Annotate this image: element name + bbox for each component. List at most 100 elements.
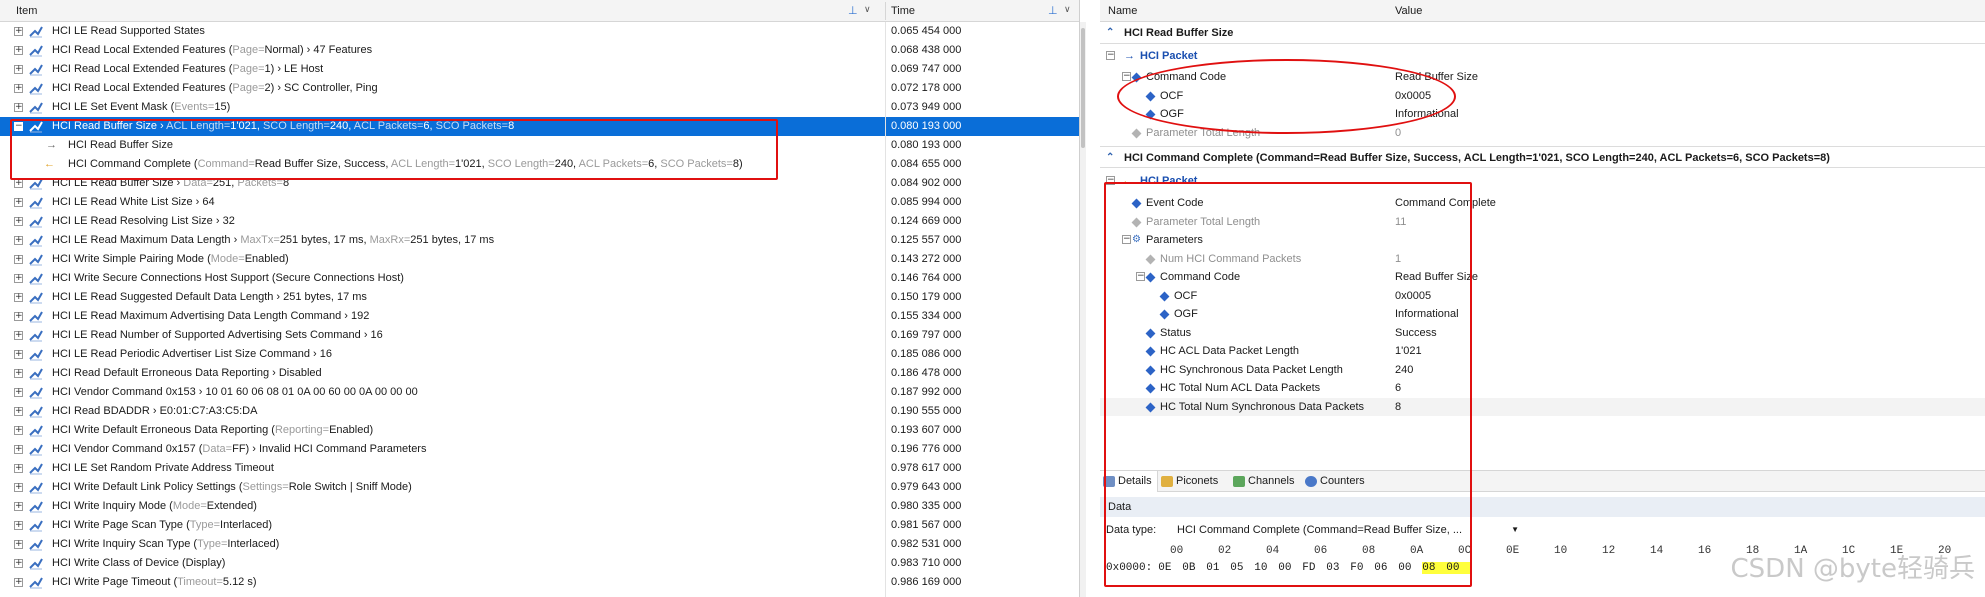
- expand-toggle[interactable]: +: [14, 464, 23, 473]
- watermark: CSDN @byte轻骑兵: [1730, 554, 1975, 584]
- packet-row[interactable]: + HCI Write Secure Connections Host Suppo…: [0, 269, 1079, 288]
- packet-row[interactable]: + HCI Write Inquiry Mode (Mode=Extended) 0…: [0, 497, 1079, 516]
- expand-toggle[interactable]: +: [14, 27, 23, 36]
- chevron-down-icon[interactable]: ▼: [1511, 521, 1519, 539]
- packet-row[interactable]: + HCI LE Set Event Mask (Events=15) 0.073 …: [0, 98, 1079, 117]
- field-value: 0: [1395, 126, 1402, 139]
- chevron-down-icon[interactable]: ∨: [864, 4, 871, 15]
- expand-toggle[interactable]: +: [14, 483, 23, 492]
- packet-label: HCI LE Read Number of Supported Advertis…: [52, 329, 383, 341]
- column-item-header[interactable]: Item: [16, 0, 37, 22]
- annotation-box-left: [10, 119, 778, 180]
- hci-packet-icon: [29, 25, 43, 38]
- scrollbar-thumb[interactable]: [1081, 28, 1085, 148]
- packet-row[interactable]: + HCI LE Read Supported States 0.065 454 0…: [0, 22, 1079, 41]
- packet-row[interactable]: + HCI Read Local Extended Features (Page=…: [0, 41, 1079, 60]
- packet-row[interactable]: + HCI Read Local Extended Features (Page=…: [0, 79, 1079, 98]
- expand-toggle[interactable]: +: [14, 217, 23, 226]
- collapse-icon[interactable]: ⌃: [1106, 147, 1114, 169]
- details-pane: Name Value ⌃ HCI Read Buffer Size − → HC…: [1100, 0, 1985, 597]
- expand-toggle[interactable]: +: [14, 445, 23, 454]
- packet-time: 0.146 764 000: [891, 272, 962, 284]
- collapse-toggle[interactable]: −: [1106, 51, 1115, 60]
- section-read-buffer-size[interactable]: ⌃ HCI Read Buffer Size: [1100, 22, 1985, 44]
- packet-row[interactable]: + HCI Read Default Erroneous Data Reporti…: [0, 364, 1079, 383]
- hci-packet-icon: [29, 424, 43, 437]
- packet-row[interactable]: + HCI LE Read Periodic Advertiser List Si…: [0, 345, 1079, 364]
- expand-toggle[interactable]: +: [14, 103, 23, 112]
- collapse-toggle[interactable]: −: [1122, 72, 1131, 81]
- expand-toggle[interactable]: +: [14, 540, 23, 549]
- annotation-ellipse: [1117, 59, 1456, 134]
- packet-row[interactable]: + HCI Read BDADDR › E0:01:C7:A3:C5:DA 0.19…: [0, 402, 1079, 421]
- packet-row[interactable]: + HCI LE Read Number of Supported Adverti…: [0, 326, 1079, 345]
- hci-packet-icon: [29, 272, 43, 285]
- expand-toggle[interactable]: +: [14, 369, 23, 378]
- packet-time: 0.068 438 000: [891, 44, 962, 56]
- packet-row[interactable]: + HCI Write Inquiry Scan Type (Type=Inter…: [0, 535, 1079, 554]
- packet-row[interactable]: + HCI LE Read White List Size › 64 0.085 9…: [0, 193, 1079, 212]
- expand-toggle[interactable]: +: [14, 255, 23, 264]
- packet-label: HCI LE Set Event Mask (Events=15): [52, 101, 231, 113]
- expand-toggle[interactable]: +: [14, 407, 23, 416]
- column-value-header[interactable]: Value: [1395, 0, 1422, 22]
- packet-row[interactable]: + HCI Vendor Command 0x157 (Data=FF) › In…: [0, 440, 1079, 459]
- hci-packet-icon: [29, 291, 43, 304]
- packet-label: HCI LE Read Supported States: [52, 25, 205, 37]
- expand-toggle[interactable]: +: [14, 350, 23, 359]
- expand-toggle[interactable]: +: [14, 198, 23, 207]
- pin-icon[interactable]: ⊥: [1048, 5, 1058, 17]
- expand-toggle[interactable]: +: [14, 46, 23, 55]
- packet-row[interactable]: + HCI Vendor Command 0x153 › 10 01 60 06 …: [0, 383, 1079, 402]
- expand-toggle[interactable]: +: [14, 293, 23, 302]
- packet-row[interactable]: + HCI LE Read Maximum Advertising Data Le…: [0, 307, 1079, 326]
- expand-toggle[interactable]: +: [14, 388, 23, 397]
- expand-toggle[interactable]: +: [14, 521, 23, 530]
- packet-time: 0.982 531 000: [891, 538, 962, 550]
- expand-toggle[interactable]: +: [14, 578, 23, 587]
- packet-time: 0.084 655 000: [891, 158, 962, 170]
- packet-time: 0.981 567 000: [891, 519, 962, 531]
- packet-label: HCI Write Simple Pairing Mode (Mode=Enab…: [52, 253, 289, 265]
- chevron-down-icon[interactable]: ∨: [1064, 4, 1071, 15]
- column-time-header[interactable]: Time: [891, 0, 915, 22]
- packet-row[interactable]: + HCI Write Class of Device (Display) 0.98…: [0, 554, 1079, 573]
- packet-row[interactable]: + HCI LE Read Maximum Data Length › MaxTx…: [0, 231, 1079, 250]
- expand-toggle[interactable]: +: [14, 312, 23, 321]
- column-separator[interactable]: [885, 2, 886, 20]
- packet-row[interactable]: + HCI Write Page Scan Type (Type=Interlac…: [0, 516, 1079, 535]
- packet-row[interactable]: + HCI Read Local Extended Features (Page=…: [0, 60, 1079, 79]
- expand-toggle[interactable]: +: [14, 331, 23, 340]
- packet-time: 0.185 086 000: [891, 348, 962, 360]
- pin-icon[interactable]: ⊥: [848, 5, 858, 17]
- expand-toggle[interactable]: +: [14, 65, 23, 74]
- hci-packet-icon: [29, 101, 43, 114]
- column-name-header[interactable]: Name: [1108, 0, 1137, 22]
- hci-packet-icon: [29, 367, 43, 380]
- expand-toggle[interactable]: +: [14, 236, 23, 245]
- packet-row[interactable]: + HCI Write Default Erroneous Data Report…: [0, 421, 1079, 440]
- packet-row[interactable]: + HCI Write Page Timeout (Timeout=5.12 s)…: [0, 573, 1079, 592]
- hci-packet-icon: [29, 196, 43, 209]
- packet-time: 0.085 994 000: [891, 196, 962, 208]
- packet-row[interactable]: + HCI LE Read Resolving List Size › 32 0.1…: [0, 212, 1079, 231]
- packet-row[interactable]: + HCI Write Default Link Policy Settings …: [0, 478, 1079, 497]
- packet-label: HCI LE Read Suggested Default Data Lengt…: [52, 291, 367, 303]
- expand-toggle[interactable]: +: [14, 179, 23, 188]
- packet-list-scrollbar[interactable]: [1080, 22, 1086, 597]
- packet-time: 0.065 454 000: [891, 25, 962, 37]
- section-title: HCI Command Complete (Command=Read Buffe…: [1124, 152, 1830, 164]
- packet-row[interactable]: + HCI LE Set Random Private Address Timeo…: [0, 459, 1079, 478]
- expand-toggle[interactable]: +: [14, 84, 23, 93]
- expand-toggle[interactable]: +: [14, 559, 23, 568]
- expand-toggle[interactable]: +: [14, 426, 23, 435]
- expand-toggle[interactable]: +: [14, 502, 23, 511]
- packet-time: 0.193 607 000: [891, 424, 962, 436]
- collapse-icon[interactable]: ⌃: [1106, 22, 1114, 44]
- packet-row[interactable]: + HCI LE Read Suggested Default Data Leng…: [0, 288, 1079, 307]
- packet-row[interactable]: + HCI Write Simple Pairing Mode (Mode=Ena…: [0, 250, 1079, 269]
- packet-label: HCI LE Read Maximum Advertising Data Len…: [52, 310, 370, 322]
- section-command-complete[interactable]: ⌃ HCI Command Complete (Command=Read Buf…: [1100, 146, 1985, 168]
- expand-toggle[interactable]: +: [14, 274, 23, 283]
- packet-label: HCI Read Local Extended Features (Page=2…: [52, 82, 378, 94]
